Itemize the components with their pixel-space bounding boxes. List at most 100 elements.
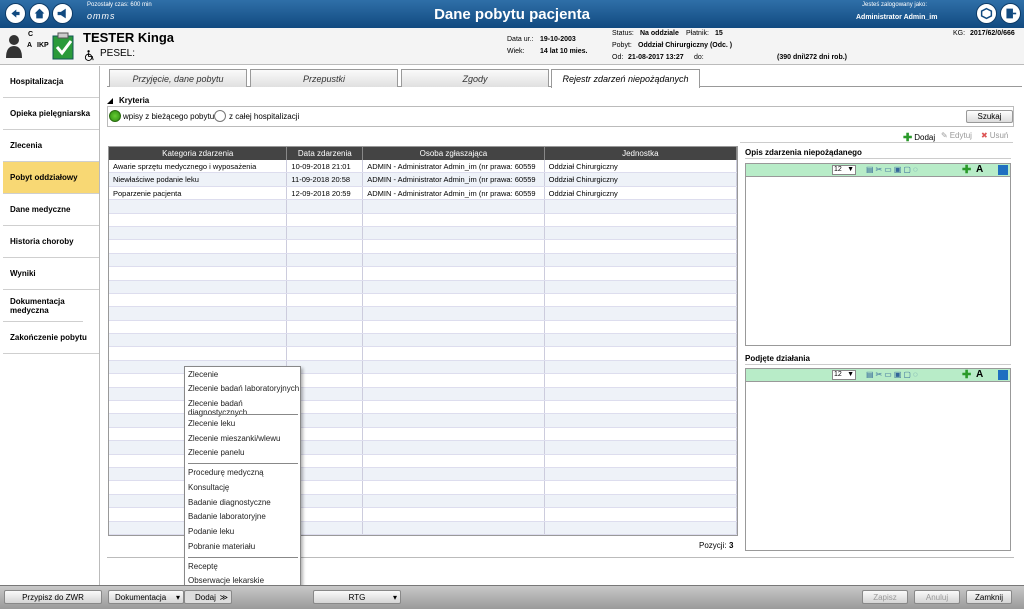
delete-button[interactable]: ✖ Usuń bbox=[981, 131, 1008, 140]
menu-item-mix-order[interactable]: Zlecenie mieszanki/wlewu bbox=[188, 434, 280, 443]
menu-item-drug-order[interactable]: Zlecenie leku bbox=[188, 419, 235, 428]
table-cell bbox=[287, 240, 364, 253]
font-icon[interactable]: A bbox=[976, 369, 983, 380]
radio-current-stay[interactable] bbox=[109, 110, 121, 122]
table-row[interactable] bbox=[109, 213, 737, 227]
close-button[interactable]: Zamknij bbox=[966, 590, 1012, 604]
sidebar-item-dokumentacja[interactable]: Dokumentacja medyczna bbox=[3, 290, 83, 322]
edit-button[interactable]: ✎ Edytuj bbox=[941, 131, 972, 140]
actions-font-size[interactable]: 12 ▼ bbox=[832, 370, 856, 380]
menu-item-diag-test[interactable]: Badanie diagnostyczne bbox=[188, 498, 271, 507]
menu-item-procedure[interactable]: Procedurę medyczną bbox=[188, 468, 264, 477]
sidebar-item-historia[interactable]: Historia choroby bbox=[3, 226, 99, 258]
table-row[interactable] bbox=[109, 320, 737, 335]
age: 14 lat 10 mies. bbox=[540, 48, 588, 55]
tab-rejestr[interactable]: Rejestr zdarzeń niepożądanych bbox=[551, 69, 700, 88]
table-row[interactable] bbox=[109, 347, 737, 361]
desc-editor[interactable]: 12 ▼ ▤✂▭▣▢◌ ✚ A bbox=[745, 163, 1011, 346]
table-row[interactable] bbox=[109, 293, 737, 308]
box-button[interactable] bbox=[976, 3, 997, 24]
menu-item-zlecenie[interactable]: Zlecenie bbox=[188, 370, 218, 379]
table-cell bbox=[109, 200, 288, 213]
collapse-icon[interactable] bbox=[107, 98, 114, 104]
table-row[interactable]: Poparzenie pacjenta 12-09-2018 20:59 ADMIN… bbox=[109, 186, 737, 201]
toolbar-divider bbox=[740, 142, 1013, 143]
exit-button[interactable] bbox=[1000, 3, 1021, 24]
rtg-dropdown[interactable]: RTG ▾ bbox=[313, 590, 401, 604]
menu-item-sample[interactable]: Pobranie materiału bbox=[188, 542, 255, 551]
tab-przyjecie[interactable]: Przyjęcie, dane pobytu bbox=[109, 69, 247, 87]
logged-label: Jesteś zalogowany jako: bbox=[862, 2, 928, 8]
table-cell bbox=[363, 387, 545, 401]
desc-format-icons[interactable]: ▤✂▭▣▢◌ bbox=[866, 165, 920, 174]
desc-font-size[interactable]: 12 ▼ bbox=[832, 165, 856, 175]
table-cell: 11-09-2018 20:58 bbox=[287, 173, 364, 186]
table-row[interactable] bbox=[109, 307, 737, 321]
sidebar-item-zlecenia[interactable]: Zlecenia bbox=[3, 130, 99, 162]
actions-format-icons[interactable]: ▤✂▭▣▢◌ bbox=[866, 370, 920, 379]
dob-label: Data ur.: bbox=[507, 36, 534, 43]
col-header-date[interactable]: Data zdarzenia bbox=[287, 147, 364, 160]
payer-label: Płatnik: bbox=[686, 30, 709, 37]
sidebar-item-pobyt[interactable]: Pobyt oddziałowy bbox=[3, 162, 99, 194]
col-header-category[interactable]: Kategoria zdarzenia bbox=[109, 147, 288, 160]
table-row[interactable] bbox=[109, 200, 737, 214]
menu-item-lab-test[interactable]: Badanie laboratoryjne bbox=[188, 512, 266, 521]
sidebar-item-dane-medyczne[interactable]: Dane medyczne bbox=[3, 194, 99, 226]
table-cell bbox=[109, 334, 288, 347]
actions-editor[interactable]: 12 ▼ ▤✂▭▣▢◌ ✚ A bbox=[745, 368, 1011, 551]
cancel-button[interactable]: Anuluj bbox=[914, 590, 960, 604]
col-header-unit[interactable]: Jednostka bbox=[545, 147, 737, 160]
tab-zgody[interactable]: Zgody bbox=[401, 69, 549, 87]
table-cell bbox=[109, 347, 288, 360]
table-cell bbox=[545, 521, 737, 534]
menu-item-lab-order[interactable]: Zlecenie badań laboratoryjnych bbox=[188, 384, 299, 393]
table-cell bbox=[363, 494, 545, 508]
sidebar-item-zakonczenie[interactable]: Zakończenie pobytu bbox=[3, 322, 99, 354]
sidebar-item-opieka[interactable]: Opieka pielęgniarska bbox=[3, 98, 99, 130]
table-cell: ADMIN - Administrator Admin_im (nr prawa… bbox=[363, 186, 545, 200]
edit-icon[interactable] bbox=[998, 370, 1008, 380]
x-icon: ✖ bbox=[981, 131, 988, 140]
table-cell bbox=[363, 401, 545, 414]
table-row[interactable] bbox=[109, 240, 737, 254]
table-row[interactable]: Awarie sprzętu medycznego i wyposażenia 1… bbox=[109, 160, 737, 174]
plus-icon[interactable]: ✚ bbox=[962, 368, 971, 381]
search-button[interactable]: Szukaj bbox=[966, 110, 1013, 123]
checklist-icon[interactable] bbox=[52, 32, 76, 60]
sidebar-item-wyniki[interactable]: Wyniki bbox=[3, 258, 99, 290]
edit-icon[interactable] bbox=[998, 165, 1008, 175]
table-row[interactable] bbox=[109, 267, 737, 281]
table-row[interactable] bbox=[109, 226, 737, 241]
table-cell bbox=[363, 240, 545, 253]
save-button[interactable]: Zapisz bbox=[862, 590, 908, 604]
zwr-button[interactable]: Przypisz do ZWR bbox=[4, 590, 102, 604]
table-cell bbox=[545, 293, 737, 307]
menu-item-observations[interactable]: Obserwacje lekarskie bbox=[188, 576, 264, 585]
table-row[interactable] bbox=[109, 334, 737, 348]
font-icon[interactable]: A bbox=[976, 164, 983, 175]
table-cell: 12-09-2018 20:59 bbox=[287, 186, 364, 200]
stay-label: Pobyt: bbox=[612, 42, 632, 49]
table-cell bbox=[109, 307, 288, 320]
col-header-reporter[interactable]: Osoba zgłaszająca bbox=[363, 147, 545, 160]
menu-item-drug-admin[interactable]: Podanie leku bbox=[188, 527, 234, 536]
table-cell bbox=[363, 320, 545, 334]
to-label: do: bbox=[694, 54, 704, 61]
tab-przepustki[interactable]: Przepustki bbox=[250, 69, 398, 87]
menu-item-panel-order[interactable]: Zlecenie panelu bbox=[188, 448, 244, 457]
table-cell bbox=[287, 213, 364, 226]
table-row[interactable]: Niewłaściwe podanie leku 11-09-2018 20:58… bbox=[109, 173, 737, 187]
table-row[interactable] bbox=[109, 280, 737, 294]
menu-item-prescription[interactable]: Receptę bbox=[188, 562, 218, 571]
documentation-dropdown[interactable]: Dokumentacja ▾ bbox=[108, 590, 184, 604]
radio-whole-hospitalization[interactable] bbox=[214, 110, 226, 122]
table-cell bbox=[109, 226, 288, 240]
table-cell bbox=[109, 240, 288, 253]
sidebar-item-hospitalizacja[interactable]: Hospitalizacja bbox=[3, 66, 99, 98]
add-menu-button[interactable]: Dodaj ≫ bbox=[184, 590, 232, 604]
menu-item-consultation[interactable]: Konsultację bbox=[188, 483, 229, 492]
menu-separator bbox=[188, 414, 298, 415]
table-row[interactable] bbox=[109, 253, 737, 268]
plus-icon[interactable]: ✚ bbox=[962, 163, 971, 176]
